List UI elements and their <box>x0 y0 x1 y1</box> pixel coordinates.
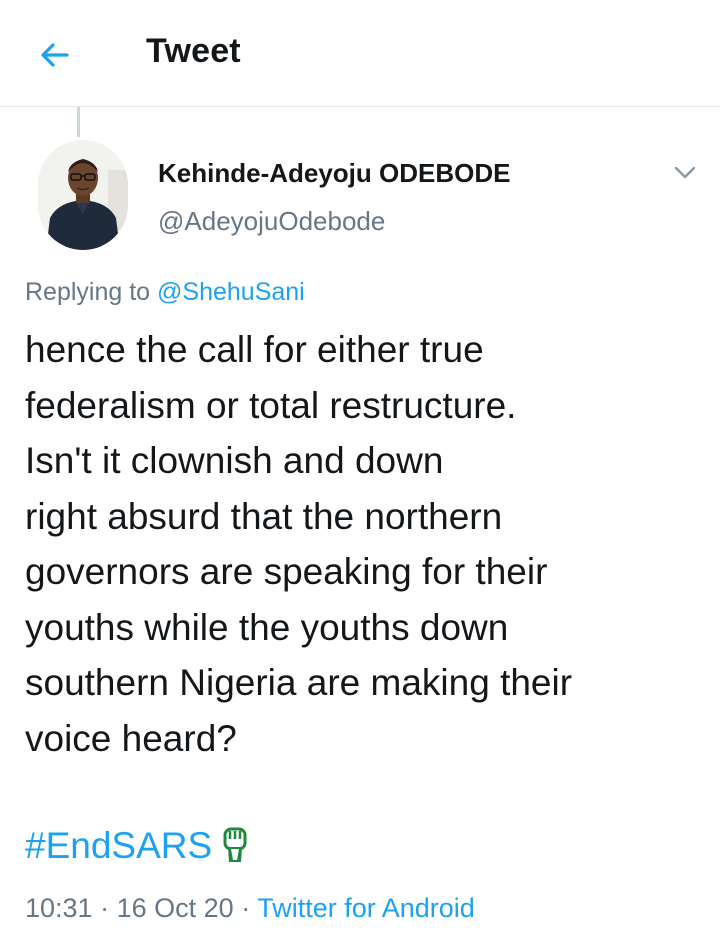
tweet-text: hence the call for either true federalis… <box>25 322 705 766</box>
tweet-text-line: Isn't it clownish and down <box>25 440 444 481</box>
thread-connector-line <box>77 107 80 137</box>
tweet-text-line: southern Nigeria are making their <box>25 662 573 703</box>
tweet-text-line: governors are speaking for their <box>25 551 548 592</box>
replying-to-handle-link[interactable]: @ShehuSani <box>157 278 305 306</box>
tweet-metadata: 10:31 · 16 Oct 20 · Twitter for Android <box>25 893 475 924</box>
arrow-left-icon <box>41 43 69 67</box>
replying-to-label: Replying to <box>25 278 151 306</box>
replying-to-line: Replying to @ShehuSani <box>25 278 305 307</box>
chevron-down-icon <box>674 166 696 179</box>
avatar[interactable] <box>38 140 128 250</box>
page-title: Tweet <box>146 32 241 70</box>
tweet-detail-screen: Tweet Kehinde-Adeyoju ODEBODE @AdeyojuOd… <box>0 0 720 939</box>
avatar-picture <box>38 140 128 250</box>
top-app-bar: Tweet <box>0 0 720 107</box>
meta-separator: · <box>100 893 110 923</box>
tweet-text-line: hence the call for either true <box>25 329 484 370</box>
meta-separator: · <box>241 893 251 923</box>
back-button[interactable] <box>30 30 80 80</box>
tweet-text-line: federalism or total restructure. <box>25 384 517 426</box>
hashtag-link[interactable]: #EndSARS <box>25 825 212 867</box>
tweet-text-line: voice heard? <box>25 717 237 759</box>
tweet-source-link[interactable]: Twitter for Android <box>257 893 475 923</box>
tweet-date: 16 Oct 20 <box>116 893 234 923</box>
tweet-menu-button[interactable] <box>670 158 700 188</box>
tweet-text-line: right absurd that the northern <box>25 495 503 537</box>
tweet-time: 10:31 <box>25 893 93 923</box>
author-display-name[interactable]: Kehinde-Adeyoju ODEBODE <box>158 158 510 189</box>
raised-fist-icon <box>223 827 247 862</box>
tweet-text-line: youths while the youths down <box>25 606 509 648</box>
author-handle[interactable]: @AdeyojuOdebode <box>158 206 385 237</box>
hashtag-row: #EndSARS <box>25 825 248 867</box>
